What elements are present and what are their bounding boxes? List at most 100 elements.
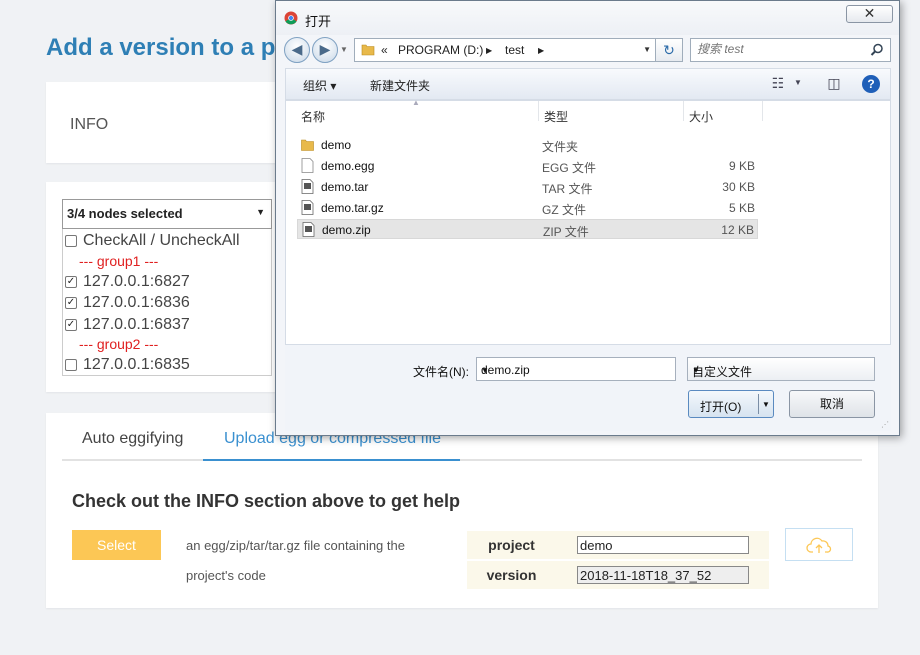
file-row-selected[interactable]: demo.zip ZIP 文件 12 KB (297, 219, 758, 239)
file-size: 5 KB (728, 201, 755, 215)
address-root[interactable]: « (381, 43, 388, 57)
column-name[interactable]: 名称 (301, 108, 325, 125)
node-address: 127.0.0.1:6836 (83, 294, 190, 311)
active-tab-indicator (203, 459, 460, 461)
chrome-icon (284, 11, 298, 25)
search-icon (870, 43, 883, 56)
file-type-filter[interactable]: 自定义文件 ▼ (687, 357, 875, 381)
close-button[interactable]: ✕ (846, 5, 893, 23)
upload-description-line2: project's code (186, 568, 266, 583)
node-address: 127.0.0.1:6827 (83, 273, 190, 290)
node-address: 127.0.0.1:6835 (83, 356, 190, 373)
file-type: ZIP 文件 (543, 225, 589, 239)
arrow-right-icon: ▶ (319, 41, 331, 57)
dialog-titlebar[interactable]: 打开 ✕ (276, 1, 899, 35)
select-file-button[interactable]: Select (72, 530, 161, 560)
view-options-icon[interactable]: ☷ (768, 74, 788, 92)
page-title: Add a version to a p (46, 34, 276, 61)
file-type: GZ 文件 (542, 203, 586, 217)
upload-button[interactable] (785, 528, 853, 561)
cloud-upload-icon (806, 537, 832, 553)
version-label: version (467, 561, 556, 589)
node-checkbox[interactable]: ✓ (65, 297, 77, 309)
node-option[interactable]: 127.0.0.1:6835 (65, 355, 190, 375)
new-folder-button[interactable]: 新建文件夹 (370, 77, 430, 94)
chevron-down-icon[interactable]: ▼ (481, 366, 669, 375)
split-divider (758, 394, 759, 414)
check-all-checkbox[interactable] (65, 235, 77, 247)
cancel-button[interactable]: 取消 (789, 390, 875, 418)
project-label: project (467, 531, 556, 559)
column-divider (538, 101, 539, 121)
check-all-label: CheckAll / UncheckAll (83, 232, 240, 249)
dialog-title: 打开 (305, 14, 332, 29)
arrow-left-icon: ◀ (291, 41, 303, 57)
folder-icon (361, 44, 375, 56)
address-folder[interactable]: test (505, 43, 524, 57)
node-checkbox[interactable] (65, 359, 77, 371)
search-input[interactable] (697, 42, 862, 56)
chevron-down-icon[interactable]: ▼ (643, 45, 651, 54)
back-button[interactable]: ◀ (284, 37, 310, 63)
file-row[interactable]: demo.tar TAR 文件 30 KB (297, 177, 758, 197)
dialog-toolbar: 组织 ▾ 新建文件夹 ☷ ▼ ◫ ? (285, 68, 891, 100)
help-icon[interactable]: ? (862, 75, 880, 93)
refresh-icon: ↻ (663, 42, 675, 58)
search-box[interactable] (690, 38, 891, 62)
forward-button[interactable]: ▶ (312, 37, 338, 63)
group-label: --- group1 --- (79, 253, 159, 269)
node-checkbox[interactable]: ✓ (65, 319, 77, 331)
address-bar[interactable]: « PROGRAM (D:) ▶ test ▶ ▼ (354, 38, 656, 62)
file-row[interactable]: demo.tar.gz GZ 文件 5 KB (297, 198, 758, 218)
tab-auto-eggifying[interactable]: Auto eggifying (82, 430, 183, 448)
open-button[interactable]: 打开(O) ▼ (688, 390, 774, 418)
node-option[interactable]: ✓ 127.0.0.1:6837 (65, 315, 190, 335)
file-row[interactable]: demo.egg EGG 文件 9 KB (297, 156, 758, 176)
node-option[interactable]: ✓ 127.0.0.1:6836 (65, 293, 190, 313)
filename-input[interactable]: demo.zip ▼ (476, 357, 676, 381)
chevron-down-icon: ▼ (692, 366, 700, 375)
file-row[interactable]: demo 文件夹 (297, 135, 758, 155)
version-input[interactable] (577, 566, 749, 584)
sort-arrow-icon: ▲ (412, 98, 420, 107)
node-option[interactable]: ✓ 127.0.0.1:6827 (65, 272, 190, 292)
address-drive[interactable]: PROGRAM (D:) (398, 43, 483, 57)
file-type: 文件夹 (542, 140, 579, 154)
file-name: demo.tar.gz (321, 201, 384, 215)
file-name: demo.egg (321, 159, 375, 173)
file-name: demo.tar (321, 180, 369, 194)
close-icon: ✕ (863, 5, 876, 21)
group-label: --- group2 --- (79, 336, 159, 352)
check-all-option[interactable]: CheckAll / UncheckAll (65, 231, 240, 251)
open-button-label: 打开(O) (700, 400, 742, 414)
file-name: demo.zip (322, 223, 371, 237)
node-selector[interactable]: 3/4 nodes selected ▼ (62, 199, 272, 229)
project-input[interactable] (577, 536, 749, 554)
file-open-dialog: 打开 ✕ ◀ ▶ ▼ « PROGRAM (D:) ▶ test ▶ ▼ ↻ 组… (275, 0, 900, 436)
chevron-down-icon[interactable]: ▼ (762, 400, 770, 409)
archive-file-icon (302, 222, 315, 237)
blank-file-icon (301, 158, 314, 173)
organize-menu[interactable]: 组织 ▾ (303, 77, 336, 94)
file-size: 9 KB (728, 159, 755, 173)
breadcrumb-chevron-icon[interactable]: ▶ (486, 46, 492, 55)
file-list: ▲ 名称 类型 大小 demo 文件夹 demo.egg EGG 文件 9 KB… (285, 98, 891, 345)
help-text: Check out the INFO section above to get … (72, 491, 461, 511)
dialog-footer: 文件名(N): demo.zip ▼ 自定义文件 ▼ 打开(O) ▼ 取消 ⋰ (285, 345, 891, 431)
file-size: 30 KB (722, 180, 755, 194)
filename-label: 文件名(N): (413, 365, 469, 379)
file-name: demo (321, 138, 352, 152)
file-type: EGG 文件 (542, 161, 597, 175)
file-type: TAR 文件 (542, 182, 593, 196)
history-dropdown-icon[interactable]: ▼ (340, 45, 348, 54)
node-checkbox[interactable]: ✓ (65, 276, 77, 288)
refresh-button[interactable]: ↻ (656, 38, 683, 62)
breadcrumb-chevron-icon[interactable]: ▶ (538, 46, 544, 55)
column-type[interactable]: 类型 (544, 108, 568, 125)
preview-pane-icon[interactable]: ◫ (824, 74, 844, 92)
chevron-down-icon[interactable]: ▼ (788, 74, 808, 92)
column-size[interactable]: 大小 (689, 108, 713, 125)
column-divider (762, 101, 763, 121)
resize-grip-icon[interactable]: ⋰ (881, 420, 889, 429)
node-list: CheckAll / UncheckAll --- group1 --- ✓ 1… (62, 229, 272, 376)
